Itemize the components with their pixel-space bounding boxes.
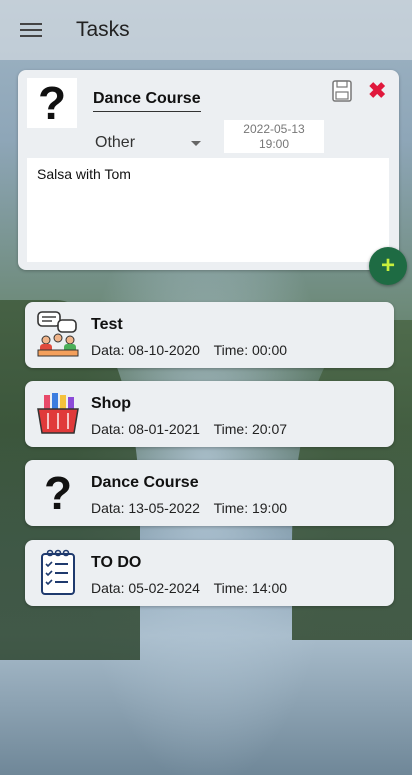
question-mark-icon[interactable]: ? bbox=[27, 77, 77, 129]
datetime-picker[interactable]: 2022-05-13 19:00 bbox=[224, 120, 324, 153]
task-meta: Data: 08-01-2021 Time: 20:07 bbox=[91, 421, 297, 437]
meeting-icon bbox=[34, 310, 82, 360]
task-meta: Data: 13-05-2022 Time: 19:00 bbox=[91, 500, 297, 516]
task-title: Dance Course bbox=[91, 474, 199, 491]
app-bar: Tasks bbox=[0, 0, 412, 60]
task-meta: Data: 05-02-2024 Time: 14:00 bbox=[91, 580, 297, 596]
task-list-item[interactable]: Test Data: 08-10-2020 Time: 00:00 bbox=[25, 302, 394, 368]
task-date: Data: 08-01-2021 bbox=[91, 421, 200, 437]
question-mark-icon: ? bbox=[43, 467, 73, 519]
category-dropdown[interactable]: Other bbox=[95, 132, 205, 154]
task-list-item[interactable]: Shop Data: 08-01-2021 Time: 20:07 bbox=[25, 381, 394, 447]
task-time: Time: 19:00 bbox=[213, 500, 288, 516]
task-list-item[interactable]: TO DO Data: 05-02-2024 Time: 14:00 bbox=[25, 540, 394, 606]
task-time: Time: 20:07 bbox=[213, 421, 288, 437]
hamburger-menu-icon[interactable] bbox=[20, 23, 42, 37]
date-value: 2022-05-13 bbox=[243, 122, 305, 136]
task-title: Shop bbox=[91, 395, 131, 412]
task-name-input[interactable]: Dance Course bbox=[93, 90, 201, 112]
category-value: Other bbox=[95, 134, 136, 151]
chevron-down-icon bbox=[191, 140, 201, 146]
task-list-item[interactable]: ? Dance Course Data: 13-05-2022 Time: 19… bbox=[25, 460, 394, 526]
description-field[interactable]: Salsa with Tom bbox=[27, 158, 389, 262]
task-meta: Data: 08-10-2020 Time: 00:00 bbox=[91, 342, 297, 358]
close-icon[interactable]: ✖ bbox=[368, 78, 386, 104]
page-title: Tasks bbox=[76, 18, 130, 41]
task-date: Data: 08-10-2020 bbox=[91, 342, 200, 358]
shopping-basket-icon bbox=[34, 389, 82, 439]
add-task-button[interactable]: + bbox=[369, 247, 407, 285]
task-time: Time: 14:00 bbox=[213, 580, 288, 596]
checklist-icon bbox=[34, 548, 82, 598]
save-icon[interactable] bbox=[332, 80, 352, 102]
task-title: Test bbox=[91, 316, 123, 333]
task-date: Data: 05-02-2024 bbox=[91, 580, 200, 596]
task-time: Time: 00:00 bbox=[213, 342, 288, 358]
task-date: Data: 13-05-2022 bbox=[91, 500, 200, 516]
time-value: 19:00 bbox=[258, 137, 290, 151]
task-title: TO DO bbox=[91, 554, 142, 571]
task-editor-card: ? Dance Course ✖ Other 2022-05-13 19:00 … bbox=[18, 70, 399, 270]
